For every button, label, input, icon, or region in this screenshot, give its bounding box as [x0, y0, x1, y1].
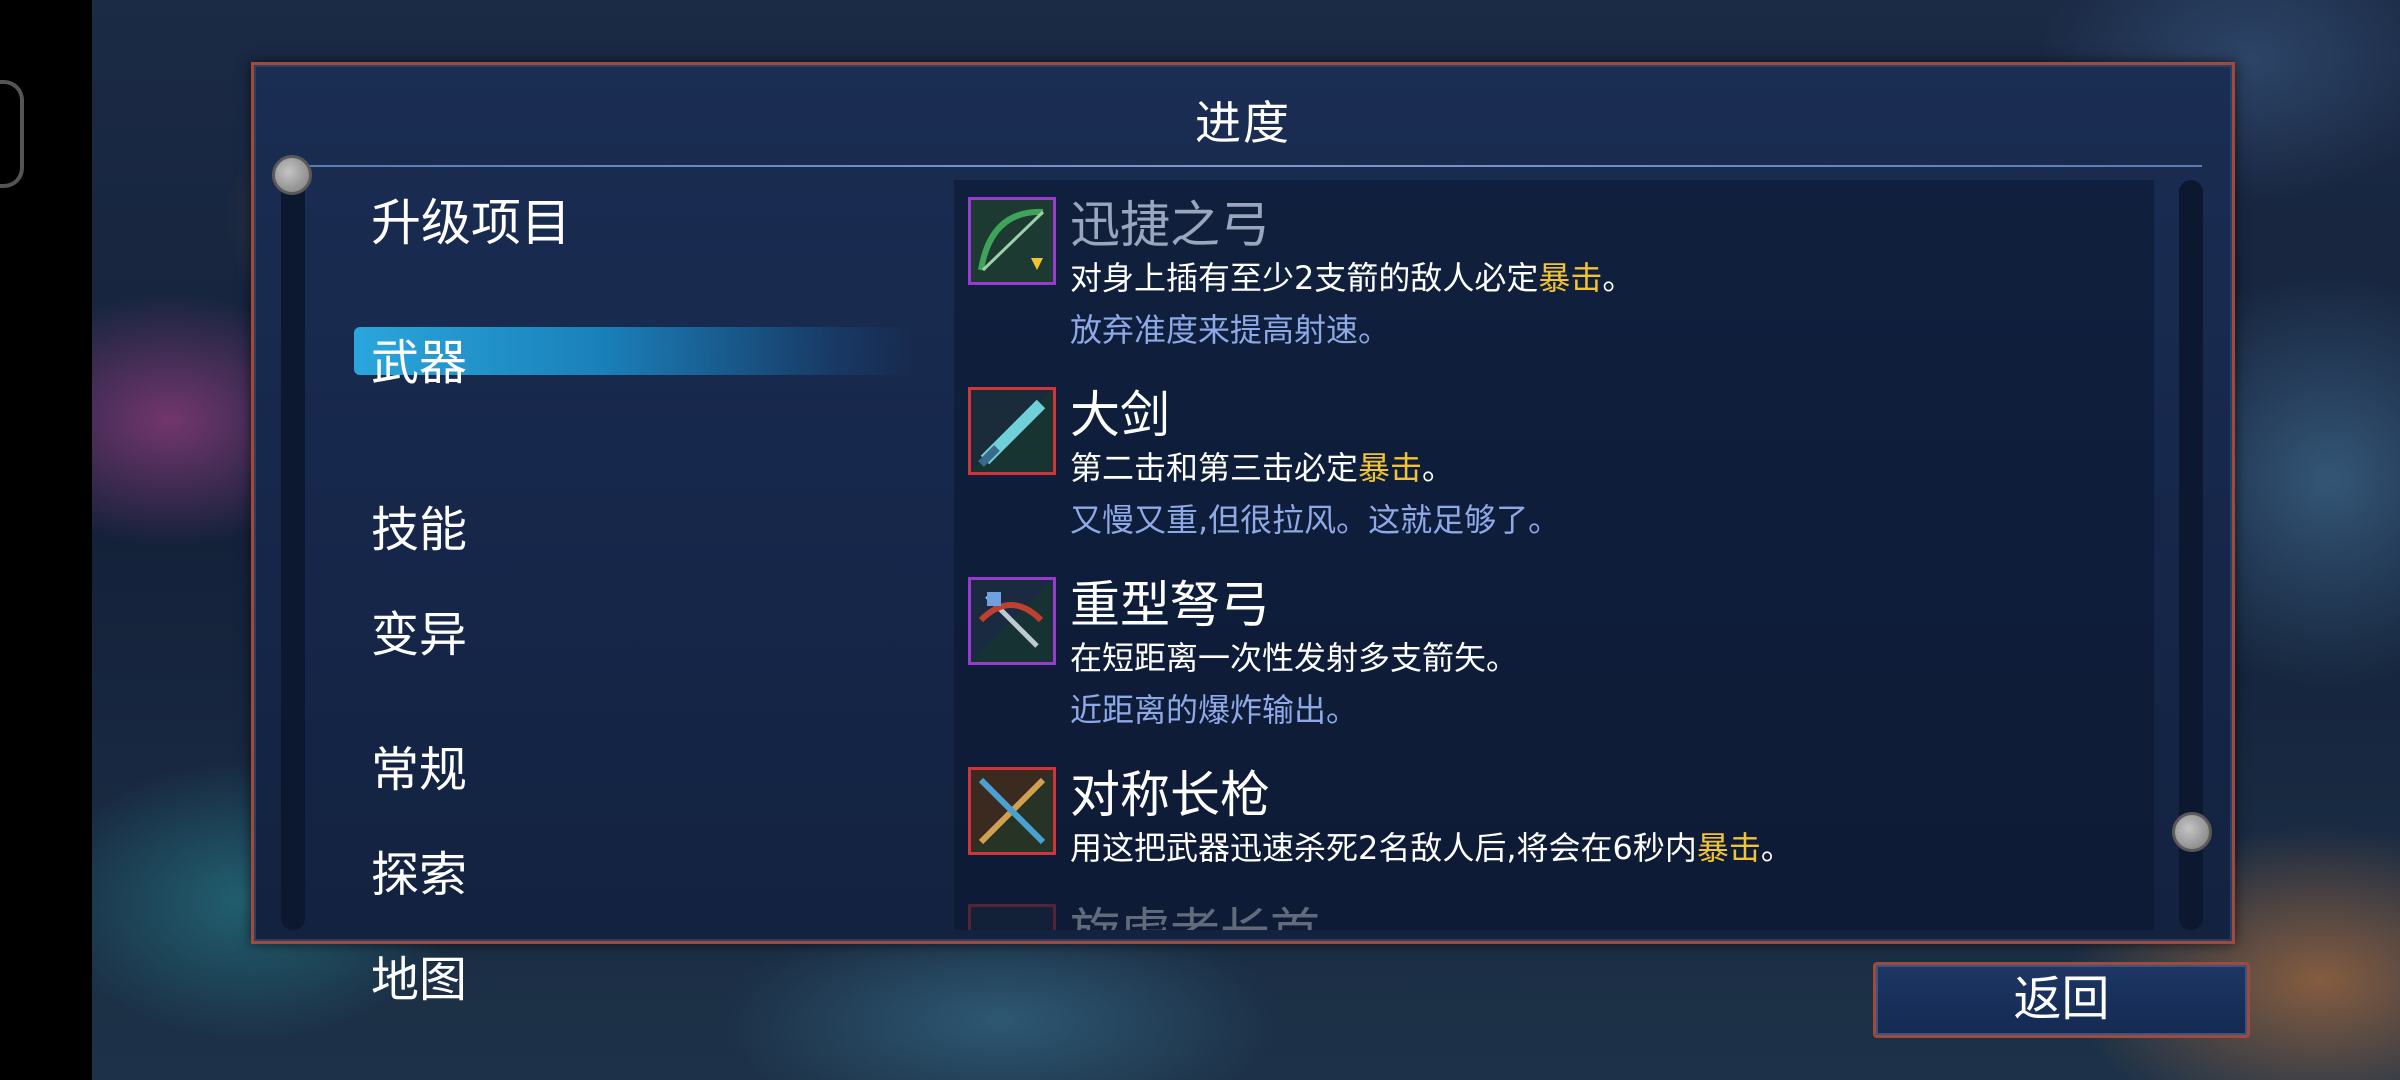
- item-flavor-text: 又慢又重,但很拉风。这就足够了。: [1070, 501, 1561, 539]
- item-flavor-text: 近距离的爆炸输出。: [1070, 691, 1359, 729]
- back-button[interactable]: 返回: [1873, 962, 2250, 1038]
- broadsword-icon: [968, 387, 1056, 475]
- heavy-crossbow-icon: [968, 577, 1056, 665]
- item-description: 对身上插有至少2支箭的敌人必定暴击。: [1070, 259, 1635, 297]
- nav-item-skills[interactable]: 技能: [371, 490, 467, 560]
- right-scroll-knob[interactable]: [2172, 812, 2212, 852]
- nav-header: 升级项目: [371, 194, 571, 252]
- nav-item-general[interactable]: 常规: [371, 730, 467, 800]
- nav-item-map[interactable]: 地图: [371, 940, 467, 1010]
- swift-bow-icon: [968, 197, 1056, 285]
- item-description: 在短距离一次性发射多支箭矢。: [1070, 639, 1519, 677]
- nav-item-mutations[interactable]: 变异: [371, 595, 467, 665]
- item-description: 第二击和第三击必定暴击。: [1070, 449, 1455, 487]
- left-scroll-knob[interactable]: [272, 155, 312, 195]
- item-title: 旋虐者长首: [1070, 892, 1320, 930]
- nav-item-exploration[interactable]: 探索: [371, 835, 467, 905]
- item-description: 用这把武器迅速杀死2名敌人后,将会在6秒内暴击。: [1070, 829, 1793, 867]
- upgrade-list[interactable]: 迅捷之弓 对身上插有至少2支箭的敌人必定暴击。 放弃准度来提高射速。 大剑 第二…: [954, 180, 2154, 930]
- nav-item-weapons[interactable]: 武器: [371, 323, 467, 393]
- item-title: 大剑: [1070, 386, 1170, 444]
- partial-item-icon: [968, 904, 1056, 930]
- item-title: 重型弩弓: [1070, 576, 1270, 634]
- progress-panel: 进度 升级项目 武器 技能 变异 常规 探索 地图 迅捷之弓 对身上插有至少2支…: [251, 62, 2235, 1008]
- crit-highlight: 暴击: [1696, 829, 1761, 867]
- item-title: 迅捷之弓: [1070, 196, 1270, 254]
- hexagon-icon: [0, 80, 24, 188]
- crit-highlight: 暴击: [1358, 449, 1423, 487]
- crit-highlight: 暴击: [1538, 259, 1603, 297]
- screen-edge-bar: [0, 0, 92, 1080]
- symmetrical-lance-icon: [968, 767, 1056, 855]
- left-scrollbar[interactable]: [281, 180, 305, 930]
- item-title: 对称长枪: [1070, 766, 1270, 824]
- title-divider: [294, 165, 2202, 167]
- panel-title: 进度: [1195, 96, 1291, 150]
- item-flavor-text: 放弃准度来提高射速。: [1070, 311, 1391, 349]
